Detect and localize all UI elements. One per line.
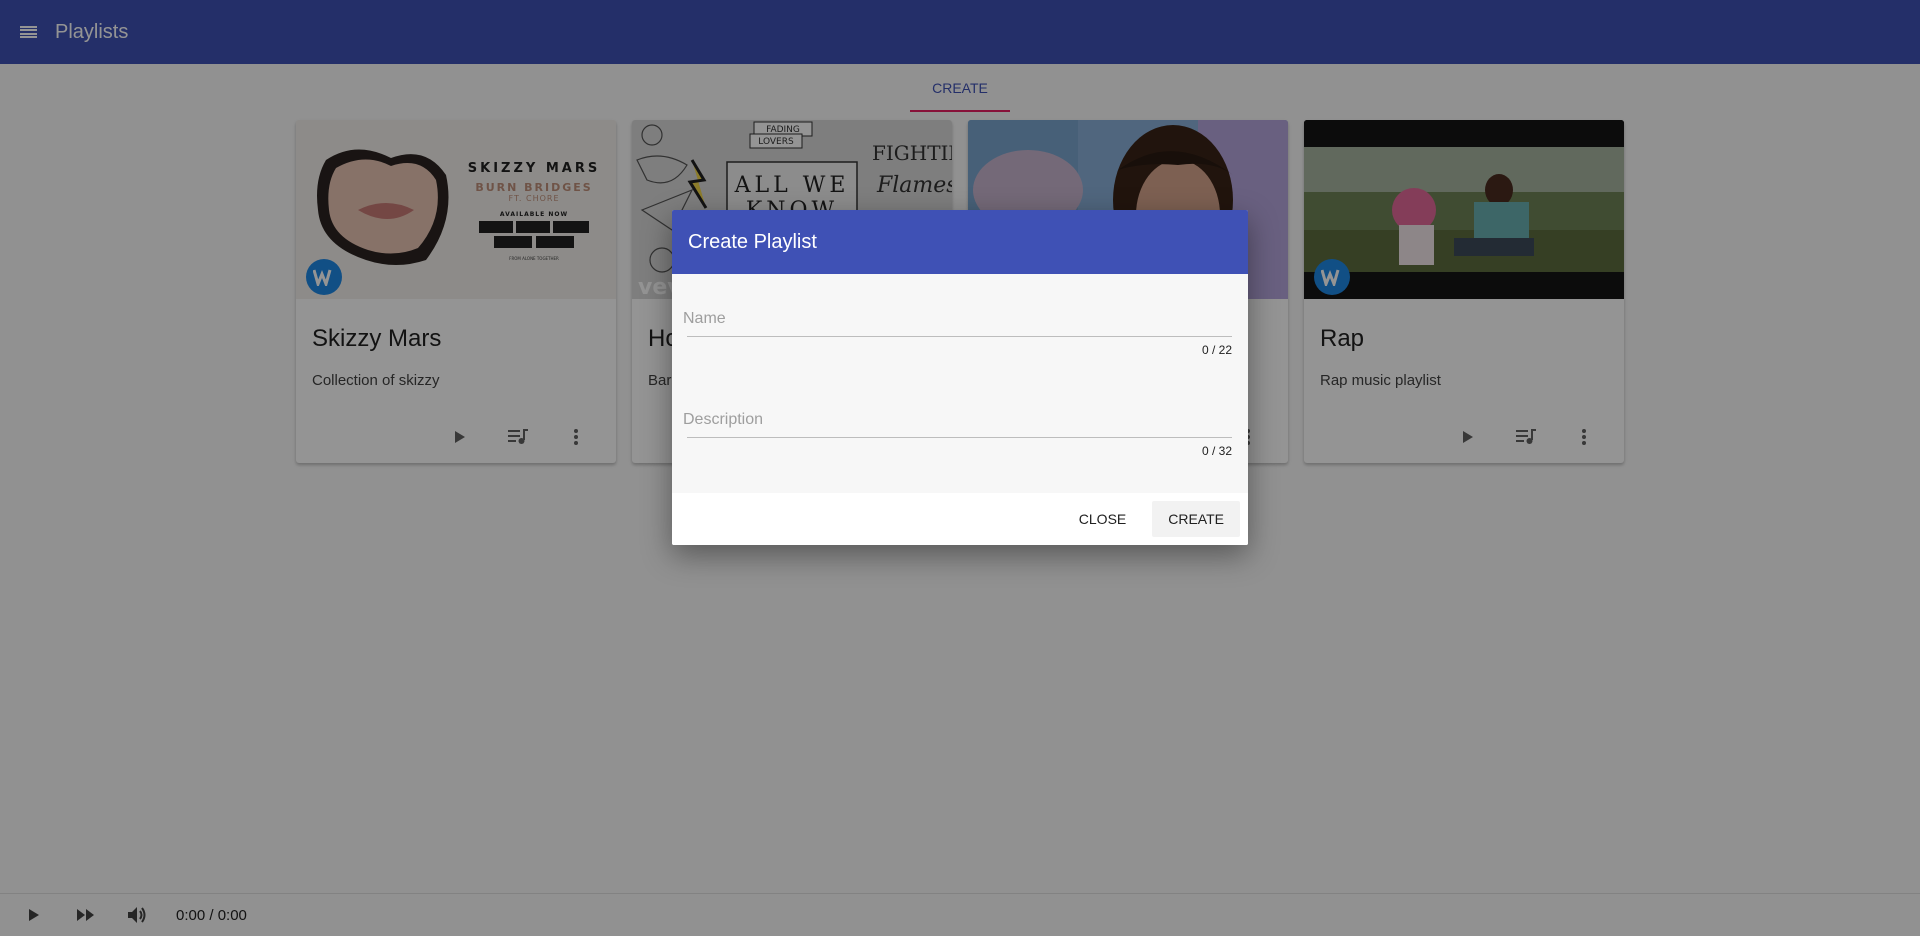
name-underline <box>687 336 1232 337</box>
dialog-header: Create Playlist <box>672 210 1248 274</box>
name-field[interactable]: Name 0 / 22 <box>683 310 1232 357</box>
dialog-actions: CLOSE CREATE <box>672 493 1248 545</box>
dialog-body: Name 0 / 22 Description 0 / 32 <box>672 274 1248 493</box>
description-char-counter: 0 / 32 <box>1201 444 1232 458</box>
name-input[interactable] <box>683 310 1232 334</box>
close-button[interactable]: CLOSE <box>1063 501 1142 537</box>
description-underline <box>687 437 1232 438</box>
create-button[interactable]: CREATE <box>1152 501 1240 537</box>
description-input[interactable] <box>683 411 1232 435</box>
create-playlist-dialog: Create Playlist Name 0 / 22 Description … <box>672 210 1248 545</box>
description-field[interactable]: Description 0 / 32 <box>683 411 1232 458</box>
name-char-counter: 0 / 22 <box>1201 343 1232 357</box>
dialog-title: Create Playlist <box>688 230 817 253</box>
